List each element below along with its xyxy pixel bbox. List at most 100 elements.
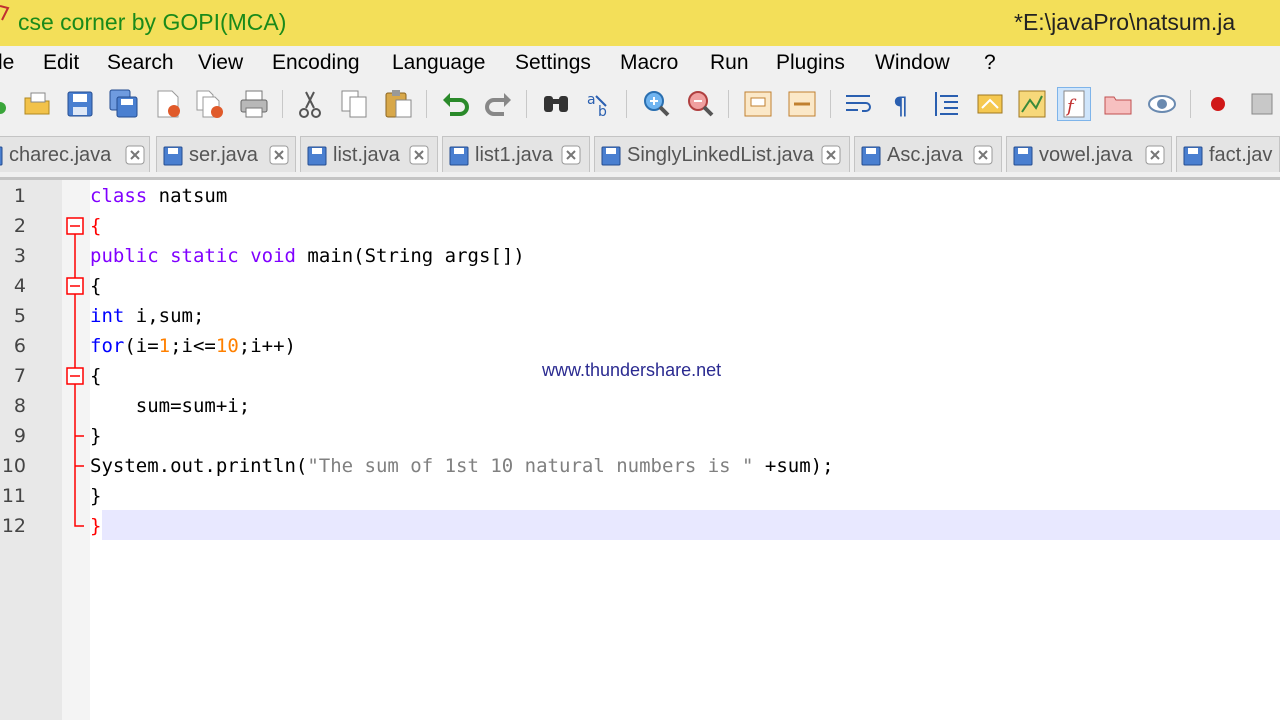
function-list-icon[interactable]: f: [1057, 87, 1091, 121]
tab-fact-java[interactable]: fact.jav: [1176, 136, 1280, 172]
line-number: 6: [13, 335, 26, 357]
close-tab-icon[interactable]: [409, 145, 429, 165]
keyword: void: [250, 245, 296, 267]
user-language-icon[interactable]: [974, 88, 1006, 120]
fold-collapse-icon[interactable]: [66, 367, 84, 385]
close-tab-icon[interactable]: [973, 145, 993, 165]
fold-collapse-icon[interactable]: [66, 277, 84, 295]
menu-run[interactable]: Run: [710, 51, 749, 75]
open-file-icon[interactable]: [22, 88, 54, 120]
line-number: 5: [13, 305, 26, 327]
code-line-6: for(i=1;i<=10;i++): [90, 335, 296, 357]
brace: {: [90, 215, 102, 237]
find-icon[interactable]: [540, 88, 572, 120]
toolbar-separator: [526, 90, 527, 118]
code-line-11: }: [90, 485, 101, 507]
brace: }: [90, 515, 102, 537]
doc-map-icon[interactable]: [1016, 88, 1048, 120]
menu-file[interactable]: le: [0, 51, 14, 75]
menu-window[interactable]: Window: [875, 51, 950, 75]
close-tab-icon[interactable]: [821, 145, 841, 165]
stop-macro-icon[interactable]: [1246, 88, 1278, 120]
code-line-10: System.out.println("The sum of 1st 10 na…: [90, 455, 834, 477]
app-icon[interactable]: [0, 4, 10, 22]
keyword: class: [90, 185, 148, 207]
keyword: public: [90, 245, 159, 267]
menu-language[interactable]: Language: [392, 51, 485, 75]
fold-collapse-icon[interactable]: [66, 217, 84, 235]
menu-encoding[interactable]: Encoding: [272, 51, 360, 75]
line-number: 12: [1, 515, 26, 537]
save-all-icon[interactable]: [108, 88, 140, 120]
code-text: +sum);: [753, 455, 834, 477]
tab-asc-java[interactable]: Asc.java: [854, 136, 1002, 172]
replace-icon[interactable]: ab: [584, 88, 616, 120]
brace: }: [90, 425, 102, 447]
undo-icon[interactable]: [440, 88, 472, 120]
keyword: static: [170, 245, 239, 267]
code-line-4: {: [90, 275, 101, 297]
word-wrap-icon[interactable]: [842, 88, 874, 120]
paste-icon[interactable]: [382, 88, 414, 120]
tab-vowel-java[interactable]: vowel.java: [1006, 136, 1172, 172]
zoom-out-icon[interactable]: [684, 88, 716, 120]
line-number-gutter: 1 2 3 4 5 6 7 8 9 10 11 12: [0, 180, 62, 720]
line-number: 11: [1, 485, 26, 507]
file-save-state-icon: [1183, 146, 1203, 166]
code-editor[interactable]: 1 2 3 4 5 6 7 8 9 10 11 12 class natsum …: [0, 180, 1280, 720]
menu-help[interactable]: ?: [984, 51, 996, 75]
indent-guide-icon[interactable]: [930, 88, 962, 120]
toolbar-separator: [830, 90, 831, 118]
code-line-5: int i,sum;: [90, 305, 204, 327]
file-save-state-icon: [163, 146, 183, 166]
tab-label: list1.java: [475, 144, 553, 166]
menu-view[interactable]: View: [198, 51, 243, 75]
menu-plugins[interactable]: Plugins: [776, 51, 845, 75]
code-line-12: }: [90, 515, 101, 537]
tab-list1-java[interactable]: list1.java: [442, 136, 590, 172]
tab-ser-java[interactable]: ser.java: [156, 136, 296, 172]
close-all-icon[interactable]: [194, 88, 226, 120]
sync-vertical-icon[interactable]: [742, 88, 774, 120]
tab-singlylinkedlist-java[interactable]: SinglyLinkedList.java: [594, 136, 850, 172]
tab-charec-java[interactable]: charec.java: [0, 136, 150, 172]
record-macro-icon[interactable]: [1202, 88, 1234, 120]
close-tab-icon[interactable]: [561, 145, 581, 165]
keyword: for: [90, 335, 125, 357]
zoom-in-icon[interactable]: [640, 88, 672, 120]
close-tab-icon[interactable]: [1145, 145, 1165, 165]
print-icon[interactable]: [238, 88, 270, 120]
sync-horizontal-icon[interactable]: [786, 88, 818, 120]
close-icon[interactable]: [152, 88, 184, 120]
current-line-highlight: [102, 510, 1280, 540]
code-line-3: public static void main(String args[]): [90, 245, 525, 267]
tab-label: vowel.java: [1039, 144, 1133, 166]
copy-icon[interactable]: [338, 88, 370, 120]
close-tab-icon[interactable]: [125, 145, 145, 165]
new-file-icon[interactable]: [0, 88, 16, 120]
code-text: ;i++): [238, 335, 296, 357]
menu-settings[interactable]: Settings: [515, 51, 591, 75]
brace: {: [90, 365, 102, 387]
tab-label: list.java: [333, 144, 400, 166]
tab-list-java[interactable]: list.java: [300, 136, 438, 172]
cut-icon[interactable]: [294, 88, 326, 120]
tab-label: SinglyLinkedList.java: [627, 144, 814, 166]
menu-search[interactable]: Search: [107, 51, 174, 75]
file-save-state-icon: [449, 146, 469, 166]
string-literal: "The sum of 1st 10 natural numbers is ": [307, 455, 754, 477]
redo-icon[interactable]: [482, 88, 514, 120]
menu-edit[interactable]: Edit: [43, 51, 79, 75]
menu-macro[interactable]: Macro: [620, 51, 678, 75]
file-save-state-icon: [861, 146, 881, 166]
svg-text:b: b: [598, 104, 607, 120]
monitor-icon[interactable]: [1146, 88, 1178, 120]
code-text: (i=: [124, 335, 159, 357]
show-all-chars-icon[interactable]: ¶: [886, 88, 918, 120]
save-icon[interactable]: [64, 88, 96, 120]
close-tab-icon[interactable]: [269, 145, 289, 165]
toolbar-separator: [282, 90, 283, 118]
toolbar-separator: [626, 90, 627, 118]
folder-workspace-icon[interactable]: [1102, 88, 1134, 120]
code-line-7: {: [90, 365, 101, 387]
